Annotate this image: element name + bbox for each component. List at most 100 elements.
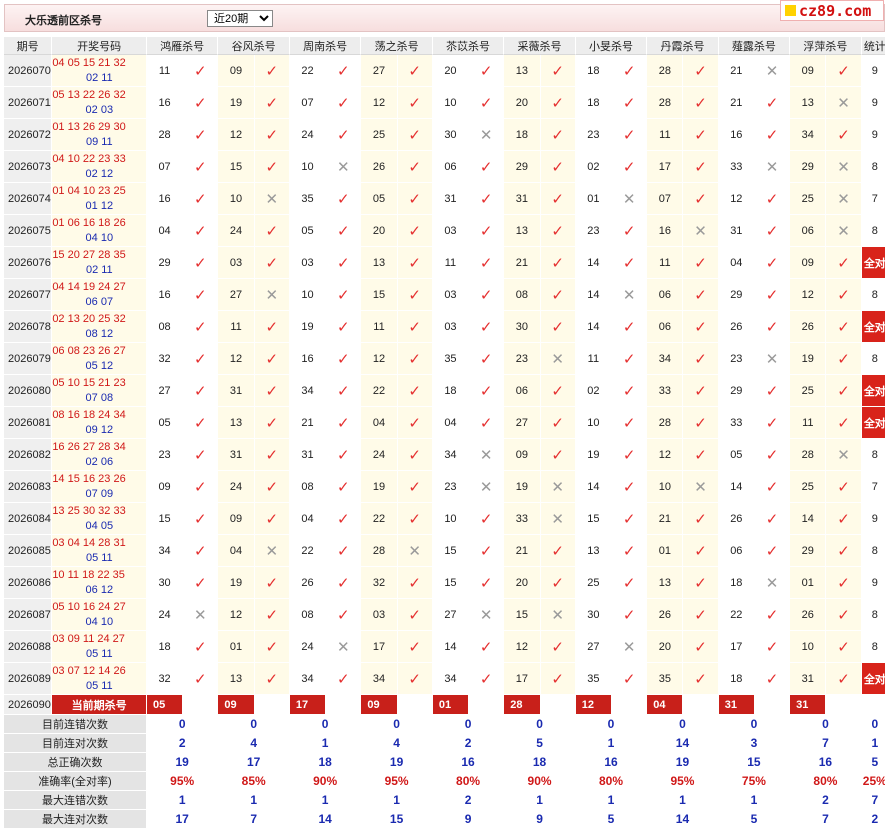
cross-mark-icon: ✕	[254, 535, 290, 567]
check-mark-icon: ✓	[540, 567, 576, 599]
current-issue: 2026090	[4, 695, 53, 715]
check-mark-icon: ✓	[397, 55, 433, 87]
check-mark-icon: ✓	[336, 350, 350, 368]
kill-pick: 18	[575, 87, 612, 119]
summary-stat: 7	[861, 791, 885, 810]
check-mark-icon: ✓	[408, 606, 421, 624]
kill-pick: 31	[218, 439, 255, 471]
summary-value: 15	[718, 753, 791, 772]
kill-pick: 16	[146, 279, 184, 311]
row-stat: 9	[861, 87, 885, 119]
kill-pick: 12	[718, 183, 755, 215]
kill-pick: 12	[647, 439, 684, 471]
summary-value: 0	[647, 715, 719, 734]
draw-line: 03 04 14 28 31	[52, 536, 146, 551]
summary-value: 14	[647, 734, 719, 753]
check-mark-icon: ✓	[826, 567, 862, 599]
check-mark-icon: ✓	[397, 279, 433, 311]
check-mark-icon: ✓	[765, 542, 779, 560]
kill-pick: 06	[790, 215, 827, 247]
issue-number: 2026079	[4, 343, 53, 375]
kill-pick: 12	[218, 343, 255, 375]
check-mark-icon: ✓	[837, 126, 850, 144]
column-header-draw: 开奖号码	[52, 37, 147, 55]
check-mark-icon: ✓	[336, 62, 350, 80]
row-stat: 8	[861, 599, 885, 631]
check-mark-icon: ✓	[397, 247, 433, 279]
back-balls: 09 12	[85, 423, 114, 436]
check-mark-icon: ✓	[612, 247, 648, 279]
kill-pick: 32	[361, 567, 398, 599]
check-mark-icon: ✓	[765, 382, 779, 400]
check-mark-icon: ✓	[336, 510, 350, 528]
check-mark-icon: ✓	[551, 446, 564, 464]
check-mark-icon: ✓	[694, 318, 707, 336]
summary-value: 0	[718, 715, 791, 734]
check-mark-icon: ✓	[622, 446, 636, 464]
cross-mark-icon: ✕	[254, 279, 290, 311]
check-mark-icon: ✓	[551, 62, 564, 80]
kill-pick: 34	[432, 439, 470, 471]
check-mark-icon: ✓	[183, 631, 219, 663]
kill-pick: 26	[647, 599, 684, 631]
front-balls: 01 13 26 29 30	[52, 120, 126, 133]
period-select[interactable]: 近20期	[207, 10, 273, 27]
draw-line: 05 13 22 26 32	[52, 88, 146, 103]
cross-mark-icon: ✕	[265, 542, 279, 560]
kill-pick: 34	[289, 375, 327, 407]
logo-square-icon	[785, 5, 796, 16]
check-mark-icon: ✓	[540, 631, 576, 663]
cross-mark-icon: ✕	[765, 62, 779, 80]
kill-pick: 15	[146, 503, 184, 535]
kill-pick: 07	[146, 151, 184, 183]
header-row: 期号 开奖号码 鸿雁杀号 谷风杀号 周南杀号 荡之杀号 苶苡杀号 采薇杀号 小旻…	[4, 37, 885, 55]
kill-pick: 19	[289, 311, 327, 343]
kill-pick: 15	[504, 599, 541, 631]
check-mark-icon: ✓	[408, 510, 421, 528]
check-mark-icon: ✓	[326, 87, 362, 119]
check-mark-icon: ✓	[826, 279, 862, 311]
check-mark-icon: ✓	[326, 311, 362, 343]
cross-mark-icon: ✕	[837, 190, 850, 208]
check-mark-icon: ✓	[837, 574, 850, 592]
kill-pick: 11	[575, 343, 612, 375]
front-balls: 13 25 30 32 33	[52, 504, 126, 517]
summary-label: 总正确次数	[4, 753, 147, 772]
site-logo[interactable]: cz89.com	[780, 0, 884, 21]
kill-pick: 08	[504, 279, 541, 311]
check-mark-icon: ✓	[397, 663, 433, 695]
kill-pick: 31	[432, 183, 470, 215]
check-mark-icon: ✓	[397, 119, 433, 151]
cross-mark-icon: ✕	[754, 151, 791, 183]
summary-label: 准确率(全对率)	[4, 772, 147, 791]
kill-pick: 13	[504, 55, 541, 87]
kill-pick: 31	[504, 183, 541, 215]
check-mark-icon: ✓	[694, 638, 707, 656]
all-correct-badge: 全对	[861, 663, 885, 695]
check-mark-icon: ✓	[194, 478, 207, 496]
check-mark-icon: ✓	[826, 471, 862, 503]
draw-line: 06 08 23 26 27	[52, 344, 146, 359]
check-mark-icon: ✓	[837, 542, 850, 560]
current-gap	[754, 695, 791, 715]
check-mark-icon: ✓	[622, 414, 636, 432]
issue-number: 2026080	[4, 375, 53, 407]
kill-pick: 09	[504, 439, 541, 471]
kill-pick: 16	[289, 343, 327, 375]
check-mark-icon: ✓	[183, 151, 219, 183]
cross-mark-icon: ✕	[826, 87, 862, 119]
kill-pick: 33	[504, 503, 541, 535]
check-mark-icon: ✓	[479, 62, 493, 80]
check-mark-icon: ✓	[622, 574, 636, 592]
kill-pick: 01	[575, 183, 612, 215]
check-mark-icon: ✓	[540, 439, 576, 471]
check-mark-icon: ✓	[612, 535, 648, 567]
kill-pick: 04	[289, 503, 327, 535]
summary-value: 0	[504, 715, 576, 734]
current-kill-pick: 28	[504, 695, 541, 715]
cross-mark-icon: ✕	[326, 631, 362, 663]
check-mark-icon: ✓	[540, 279, 576, 311]
check-mark-icon: ✓	[826, 663, 862, 695]
table-row: 2026084 13 25 30 32 33 04 05 15 ✓ 09 ✓ 04 ✓ 22 ✓ 10…	[4, 503, 885, 535]
current-gap	[826, 695, 862, 715]
